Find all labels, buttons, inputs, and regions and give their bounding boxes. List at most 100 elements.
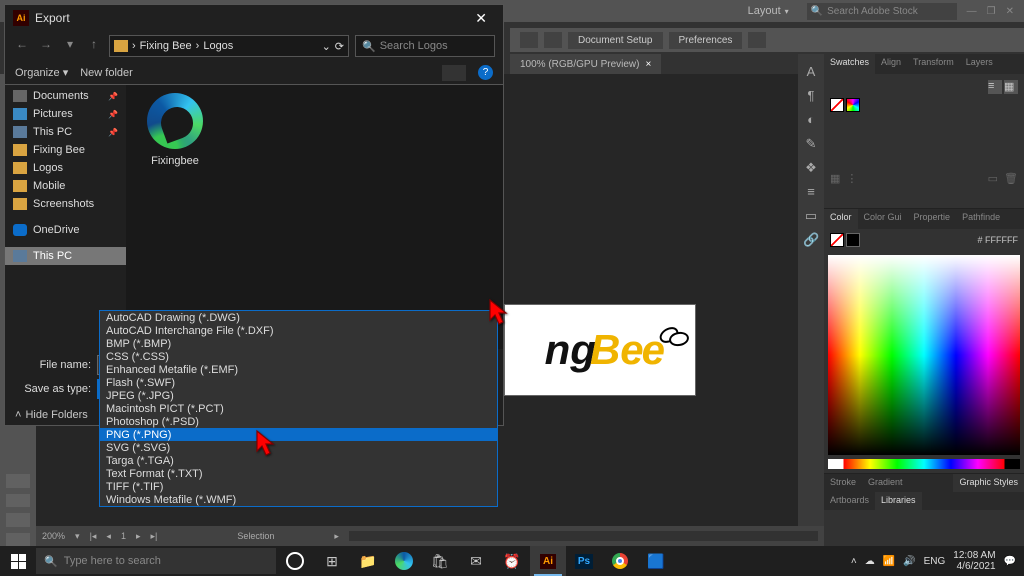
tab-properties[interactable]: Propertie: [908, 209, 957, 229]
sidebar-item-mobile[interactable]: Mobile: [5, 177, 126, 195]
store-icon[interactable]: 🛍: [422, 546, 458, 576]
explorer-icon[interactable]: 📁: [350, 546, 386, 576]
sidebar-item-this-pc[interactable]: This PC📌: [5, 123, 126, 141]
tab-graphic-styles[interactable]: Graphic Styles: [953, 474, 1024, 492]
tab-transform[interactable]: Transform: [907, 54, 960, 74]
tool-icon[interactable]: [6, 513, 30, 527]
none-swatch[interactable]: [830, 98, 844, 112]
type-option[interactable]: JPEG (*.JPG): [100, 389, 497, 402]
tab-color[interactable]: Color: [824, 209, 858, 229]
document-tab[interactable]: 100% (RGB/GPU Preview) ×: [510, 54, 661, 74]
close-icon[interactable]: ✕: [1006, 6, 1014, 17]
breadcrumb-path[interactable]: › Fixing Bee › Logos ⌄ ⟳: [109, 35, 349, 57]
chrome-icon[interactable]: [602, 546, 638, 576]
zoom-level[interactable]: 200%: [42, 531, 65, 541]
nav-forward-icon[interactable]: →: [37, 37, 55, 55]
type-option[interactable]: Photoshop (*.PSD): [100, 415, 497, 428]
new-folder-button[interactable]: New folder: [80, 67, 133, 79]
type-option[interactable]: Macintosh PICT (*.PCT): [100, 402, 497, 415]
type-option[interactable]: TIFF (*.TIF): [100, 480, 497, 493]
document-setup-button[interactable]: Document Setup: [568, 32, 663, 49]
tab-libraries[interactable]: Libraries: [875, 492, 922, 510]
tool-icon[interactable]: [6, 533, 30, 547]
layout-dropdown[interactable]: Layout: [738, 3, 803, 19]
type-option[interactable]: Flash (*.SWF): [100, 376, 497, 389]
language-icon[interactable]: ENG: [924, 556, 946, 567]
type-option[interactable]: BMP (*.BMP): [100, 337, 497, 350]
file-item-fixingbee[interactable]: Fixingbee: [135, 93, 215, 167]
notifications-icon[interactable]: 💬: [1004, 556, 1016, 567]
cortana-icon[interactable]: [286, 552, 304, 570]
stock-search-input[interactable]: 🔍 Search Adobe Stock: [807, 3, 957, 20]
artboard[interactable]: ng B ee: [504, 304, 696, 396]
type-option[interactable]: PNG (*.PNG): [100, 428, 497, 441]
view-mode-icon[interactable]: [442, 65, 466, 81]
hex-value[interactable]: FFFFFF: [985, 235, 1018, 245]
type-option[interactable]: Enhanced Metafile (*.EMF): [100, 363, 497, 376]
refresh-icon[interactable]: ⟳: [335, 40, 344, 53]
horizontal-scrollbar[interactable]: [349, 531, 818, 541]
tool-icon[interactable]: [6, 474, 30, 488]
alarm-icon[interactable]: ⏰: [494, 546, 530, 576]
zoom-dropdown-icon[interactable]: ▾: [75, 531, 80, 542]
path-dropdown-icon[interactable]: ⌄: [322, 40, 331, 53]
mail-icon[interactable]: ✉: [458, 546, 494, 576]
tab-gradient[interactable]: Gradient: [862, 474, 909, 492]
nav-prev-icon[interactable]: ◂: [106, 531, 111, 542]
restore-icon[interactable]: ❐: [987, 6, 996, 17]
new-swatch-icon[interactable]: ▭: [988, 172, 998, 185]
tab-align[interactable]: Align: [875, 54, 907, 74]
dialog-close-icon[interactable]: ✕: [467, 8, 495, 29]
brush-icon[interactable]: ✎: [803, 136, 819, 152]
nav-up-icon[interactable]: ↑: [85, 37, 103, 55]
photoshop-taskbar-icon[interactable]: Ps: [566, 546, 602, 576]
tab-stroke[interactable]: Stroke: [824, 474, 862, 492]
help-icon[interactable]: ?: [478, 65, 493, 80]
search-input[interactable]: 🔍 Search Logos: [355, 35, 495, 57]
clock[interactable]: 12:08 AM 4/6/2021: [953, 550, 995, 572]
task-view-icon[interactable]: ⊞: [314, 546, 350, 576]
sidebar-item-this-pc[interactable]: This PC: [5, 247, 126, 265]
sidebar-item-pictures[interactable]: Pictures📌: [5, 105, 126, 123]
sidebar-item-fixing-bee[interactable]: Fixing Bee: [5, 141, 126, 159]
sidebar-item-screenshots[interactable]: Screenshots: [5, 195, 126, 213]
sidebar-item-documents[interactable]: Documents📌: [5, 87, 126, 105]
type-option[interactable]: SVG (*.SVG): [100, 441, 497, 454]
color-spectrum[interactable]: [828, 255, 1020, 455]
app-icon[interactable]: 🟦: [638, 546, 674, 576]
nav-back-icon[interactable]: ←: [13, 37, 31, 55]
type-option[interactable]: Targa (*.TGA): [100, 454, 497, 467]
link-icon[interactable]: 🔗: [803, 232, 819, 248]
cursor-control-2[interactable]: [544, 32, 562, 48]
breadcrumb-a[interactable]: Fixing Bee: [140, 40, 192, 52]
list-view-icon[interactable]: ≡: [988, 80, 1002, 94]
delete-swatch-icon[interactable]: 🗑: [1004, 172, 1018, 185]
registration-swatch[interactable]: [846, 98, 860, 112]
color-stroke[interactable]: [846, 233, 860, 247]
sidebar-item-logos[interactable]: Logos: [5, 159, 126, 177]
type-icon[interactable]: A: [803, 64, 819, 80]
tab-layers[interactable]: Layers: [960, 54, 999, 74]
minimize-icon[interactable]: —: [967, 6, 977, 17]
swatch-lib-icon[interactable]: ▦: [830, 172, 840, 185]
layer-icon[interactable]: ▭: [803, 208, 819, 224]
nav-recent-icon[interactable]: ▾: [61, 37, 79, 55]
hue-strip[interactable]: [828, 459, 1020, 469]
type-option[interactable]: Windows Metafile (*.WMF): [100, 493, 497, 506]
opacity-icon[interactable]: ◐: [803, 112, 819, 128]
illustrator-taskbar-icon[interactable]: Ai: [530, 546, 566, 576]
grid-view-icon[interactable]: ▦: [1004, 80, 1018, 94]
nav-next-icon[interactable]: ▸: [136, 531, 141, 542]
cloud-icon[interactable]: ☁: [865, 556, 875, 567]
edge-icon[interactable]: [386, 546, 422, 576]
nav-first-icon[interactable]: |◂: [90, 531, 97, 542]
type-option[interactable]: CSS (*.CSS): [100, 350, 497, 363]
taskbar-search[interactable]: 🔍 Type here to search: [36, 548, 276, 574]
cursor-control[interactable]: [520, 32, 538, 48]
color-fill[interactable]: [830, 233, 844, 247]
sidebar-item-onedrive[interactable]: OneDrive: [5, 221, 126, 239]
scroll-left-icon[interactable]: ▸: [334, 531, 339, 542]
symbol-icon[interactable]: ❖: [803, 160, 819, 176]
organize-button[interactable]: Organize ▾: [15, 66, 68, 79]
tab-artboards[interactable]: Artboards: [824, 492, 875, 510]
